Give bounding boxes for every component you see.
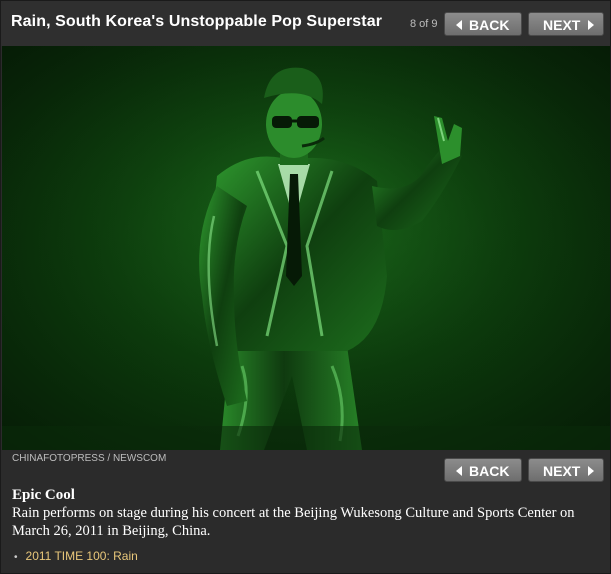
gallery-photo xyxy=(2,46,610,450)
photo-credit: CHINAFOTOPRESS / NEWSCOM xyxy=(12,453,167,464)
next-button-top[interactable]: NEXT xyxy=(528,12,604,36)
caption-body: Rain performs on stage during his concer… xyxy=(12,505,575,539)
back-button-label: BACK xyxy=(469,463,510,479)
arrow-left-icon xyxy=(456,466,462,477)
related-links: • 2011 TIME 100: Rain xyxy=(14,549,138,563)
back-button-label: BACK xyxy=(469,17,510,33)
caption-title: Epic Cool xyxy=(12,487,75,503)
bullet-icon: • xyxy=(14,552,18,563)
back-button-bottom[interactable]: BACK xyxy=(444,458,522,482)
arrow-left-icon xyxy=(456,20,462,31)
list-item: • 2011 TIME 100: Rain xyxy=(14,549,138,563)
next-button-label: NEXT xyxy=(543,463,581,479)
arrow-right-icon xyxy=(588,466,595,477)
back-button-top[interactable]: BACK xyxy=(444,12,522,36)
arrow-right-icon xyxy=(588,20,595,31)
related-link[interactable]: 2011 TIME 100: Rain xyxy=(26,549,138,563)
next-button-bottom[interactable]: NEXT xyxy=(528,458,604,482)
next-button-label: NEXT xyxy=(543,17,581,33)
slide-counter: 8 of 9 xyxy=(410,18,438,30)
gallery-title: Rain, South Korea's Unstoppable Pop Supe… xyxy=(11,13,383,30)
photo-gallery: Rain, South Korea's Unstoppable Pop Supe… xyxy=(0,0,611,574)
performer-photo-illustration xyxy=(2,46,610,450)
gallery-header: Rain, South Korea's Unstoppable Pop Supe… xyxy=(1,1,610,46)
